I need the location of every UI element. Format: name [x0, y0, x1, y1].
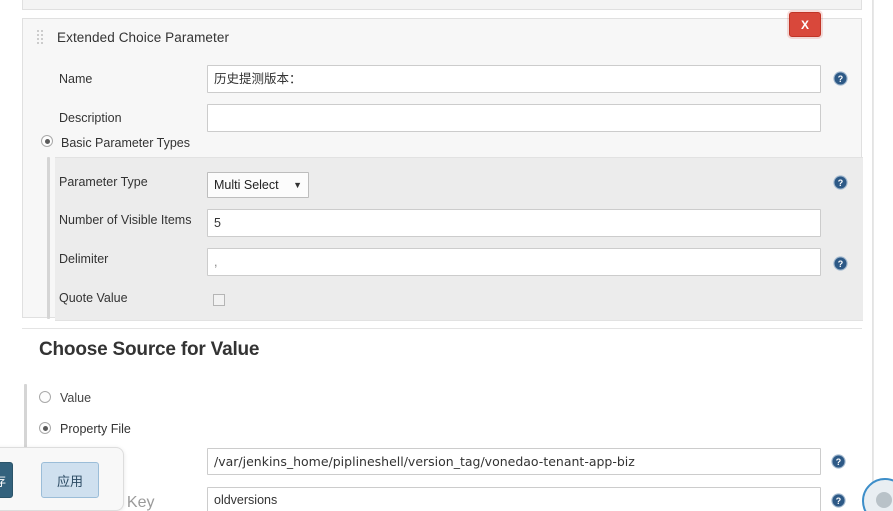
parameter-type-label: Parameter Type	[59, 175, 148, 189]
row-quote-value: Quote Value	[23, 283, 861, 315]
row-basic-parameter-types[interactable]: Basic Parameter Types	[23, 129, 861, 153]
help-icon-property-key[interactable]: ?	[831, 493, 846, 508]
parameter-type-select-value: Multi Select	[214, 178, 279, 192]
block-header: Extended Choice Parameter	[23, 19, 861, 55]
svg-text:?: ?	[838, 74, 843, 84]
radio-basic-parameter-types-label: Basic Parameter Types	[61, 136, 190, 150]
description-input[interactable]	[207, 104, 821, 132]
block-title: Extended Choice Parameter	[57, 29, 230, 45]
help-icon-delimiter[interactable]: ?	[833, 256, 848, 271]
radio-value-label: Value	[60, 391, 92, 405]
radio-basic-parameter-types[interactable]	[41, 135, 53, 147]
help-icon-parameter-type[interactable]: ?	[833, 175, 848, 190]
row-radio-property-file[interactable]: Property File	[0, 419, 872, 439]
visible-items-label: Number of Visible Items	[59, 213, 192, 227]
config-page-column: Extended Choice Parameter Name 历史提测版本： ?…	[0, 0, 873, 511]
help-icon-name[interactable]: ?	[833, 71, 848, 86]
svg-text:?: ?	[836, 457, 841, 467]
svg-text:?: ?	[836, 496, 841, 506]
radio-value[interactable]	[39, 391, 51, 403]
previous-parameter-panel-sliver	[22, 0, 862, 10]
radio-property-file-label: Property File	[60, 422, 131, 436]
row-delimiter: Delimiter , ?	[23, 244, 861, 276]
row-parameter-type: Parameter Type Multi Select ▼ ?	[23, 167, 861, 199]
quote-value-checkbox[interactable]	[213, 294, 225, 306]
row-name: Name 历史提测版本： ?	[23, 63, 861, 95]
row-radio-value[interactable]: Value	[0, 388, 872, 408]
delimiter-label: Delimiter	[59, 252, 109, 266]
close-parameter-button[interactable]: X	[789, 12, 821, 37]
svg-text:?: ?	[838, 178, 843, 188]
choose-source-heading: Choose Source for Value	[39, 339, 260, 360]
save-button[interactable]: 存	[0, 462, 13, 498]
apply-button[interactable]: 应用	[41, 462, 99, 498]
name-input[interactable]: 历史提测版本：	[207, 65, 821, 93]
visible-items-input[interactable]: 5	[207, 209, 821, 237]
quote-value-label: Quote Value	[59, 291, 128, 305]
delimiter-input[interactable]: ,	[207, 248, 821, 276]
description-label: Description	[59, 111, 122, 125]
source-section-divider	[22, 328, 862, 329]
right-gutter	[873, 0, 893, 511]
parameter-type-select[interactable]: Multi Select ▼	[207, 172, 309, 198]
row-visible-items: Number of Visible Items 5	[23, 205, 861, 237]
help-icon-property-file-path[interactable]: ?	[831, 454, 846, 469]
radio-property-file[interactable]	[39, 422, 51, 434]
name-label: Name	[59, 72, 93, 86]
screenshot-root: Extended Choice Parameter Name 历史提测版本： ?…	[0, 0, 893, 511]
property-key-input[interactable]: oldversions	[207, 487, 821, 511]
property-file-path-input[interactable]: /var/jenkins_home/piplineshell/version_t…	[207, 448, 821, 475]
chevron-down-icon: ▼	[293, 180, 302, 190]
drag-dots-icon[interactable]	[37, 30, 47, 44]
floating-action-bar: 存 应用	[0, 447, 124, 511]
extended-choice-parameter-block: Extended Choice Parameter Name 历史提测版本： ?…	[22, 18, 863, 321]
svg-text:?: ?	[838, 259, 843, 269]
